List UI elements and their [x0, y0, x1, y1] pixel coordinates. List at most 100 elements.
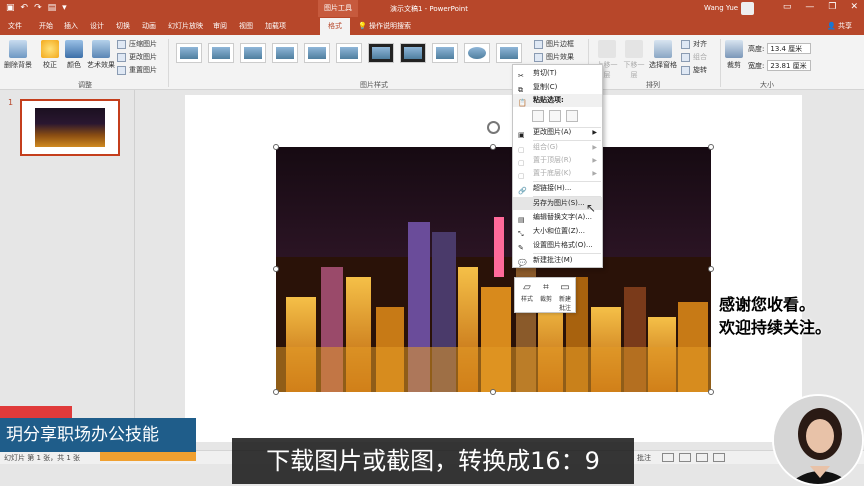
align-button[interactable]: 对齐 — [681, 39, 707, 49]
restore-icon[interactable]: ❐ — [828, 2, 836, 12]
height-field: 高度: 13.4 厘米 — [748, 43, 812, 54]
slideshow-view-icon[interactable] — [713, 453, 725, 462]
minimize-icon[interactable]: — — [805, 2, 814, 12]
menu-item-hyperlink[interactable]: 🔗 超链接(H)... — [513, 182, 602, 195]
user-name[interactable]: Wang Yue — [704, 4, 738, 12]
resize-handle-left[interactable] — [273, 266, 279, 272]
tab-addins[interactable]: 加载项 — [265, 21, 286, 31]
customize-qat-icon[interactable]: ▾ — [62, 3, 67, 13]
ribbon: 删除背景 校正 颜色 艺术效果 压缩图片 更改图片 重置图片 调整 图片边框 图… — [0, 35, 864, 90]
menu-item-format-picture[interactable]: ✎ 设置图片格式(O)... — [513, 239, 602, 252]
city-night-picture[interactable] — [276, 147, 711, 392]
tab-view[interactable]: 视图 — [239, 21, 253, 31]
picture-effects-button[interactable]: 图片效果 — [534, 52, 574, 62]
tab-file[interactable]: 文件 — [8, 21, 22, 31]
send-to-back-icon: ▢ — [518, 172, 525, 180]
tab-format[interactable]: 格式 — [320, 18, 350, 35]
resize-handle-right[interactable] — [708, 266, 714, 272]
slide-thumbnail-image — [35, 108, 105, 147]
menu-item-group[interactable]: ▢ 组合(G) ▶ — [513, 141, 602, 154]
picture-style-5[interactable] — [304, 43, 330, 63]
group-button[interactable]: 组合 — [681, 52, 707, 62]
menu-item-cut[interactable]: ✂ 剪切(T) — [513, 67, 602, 80]
tab-review[interactable]: 审阅 — [213, 21, 227, 31]
picture-style-6[interactable] — [336, 43, 362, 63]
compress-pictures-button[interactable]: 压缩图片 — [117, 39, 157, 49]
rotate-handle[interactable] — [487, 121, 500, 134]
picture-style-10[interactable] — [464, 43, 490, 63]
slide-sorter-view-icon[interactable] — [679, 453, 691, 462]
rotate-button[interactable]: 旋转 — [681, 65, 707, 75]
tab-design[interactable]: 设计 — [90, 21, 104, 31]
change-picture-button[interactable]: 更改图片 — [117, 52, 157, 62]
paste-text-only-icon[interactable] — [566, 110, 578, 122]
redo-icon[interactable]: ↷ — [34, 3, 42, 13]
undo-icon[interactable]: ↶ — [21, 3, 29, 13]
menu-item-change-picture[interactable]: ▣ 更改图片(A) ▶ — [513, 126, 602, 139]
reset-picture-button[interactable]: 重置图片 — [117, 65, 157, 75]
menu-item-bring-to-front[interactable]: ▢ 置于顶层(R) ▶ — [513, 154, 602, 167]
corrections-button[interactable]: 校正 — [38, 40, 62, 70]
resize-handle-top-left[interactable] — [273, 144, 279, 150]
picture-style-7[interactable] — [368, 43, 394, 63]
color-button[interactable]: 颜色 — [62, 40, 86, 70]
comment-icon: ▭ — [560, 282, 570, 293]
picture-style-1[interactable] — [176, 43, 202, 63]
paste-picture-icon[interactable] — [549, 110, 561, 122]
send-backward-icon — [625, 40, 643, 58]
tell-me-search[interactable]: 💡 操作说明搜索 — [358, 21, 411, 31]
menu-item-send-to-back[interactable]: ▢ 置于底层(K) ▶ — [513, 167, 602, 180]
share-button[interactable]: 👤 共享 — [827, 21, 852, 31]
picture-style-9[interactable] — [432, 43, 458, 63]
comments-button[interactable]: 批注 — [637, 453, 651, 463]
crop-button[interactable]: 裁剪 — [724, 40, 744, 70]
color-label: 颜色 — [67, 61, 81, 69]
picture-style-8[interactable] — [400, 43, 426, 63]
bring-to-front-icon: ▢ — [518, 159, 525, 167]
mini-new-comment-button[interactable]: ▭ 新建 批注 — [556, 282, 574, 312]
tab-animations[interactable]: 动画 — [142, 21, 156, 31]
picture-style-2[interactable] — [208, 43, 234, 63]
artistic-effects-button[interactable]: 艺术效果 — [86, 40, 116, 70]
remove-background-button[interactable]: 删除背景 — [4, 40, 32, 70]
picture-style-4[interactable] — [272, 43, 298, 63]
normal-view-icon[interactable] — [662, 453, 674, 462]
resize-handle-bottom[interactable] — [490, 389, 496, 395]
picture-style-3[interactable] — [240, 43, 266, 63]
corrections-icon — [41, 40, 59, 58]
arrange-group-label: 排列 — [646, 81, 660, 89]
selection-pane-button[interactable]: 选择窗格 — [648, 40, 678, 70]
slide-thumbnail[interactable] — [20, 99, 120, 156]
resize-handle-bottom-right[interactable] — [708, 389, 714, 395]
mini-crop-button[interactable]: ⌗ 裁剪 — [537, 282, 555, 303]
menu-item-paste-options: 📋 粘贴选项: — [513, 94, 602, 107]
menu-item-new-comment[interactable]: 💬 新建批注(M) — [513, 254, 602, 267]
picture-border-button[interactable]: 图片边框 — [534, 39, 574, 49]
start-from-beginning-icon[interactable]: ▤ — [48, 3, 57, 13]
tab-transitions[interactable]: 切换 — [116, 21, 130, 31]
brand-banner: 玥分享职场办公技能 — [0, 418, 196, 452]
tab-home[interactable]: 开始 — [39, 21, 53, 31]
height-input[interactable]: 13.4 厘米 — [767, 43, 812, 54]
picture-styles-gallery — [176, 43, 522, 63]
width-input[interactable]: 23.81 厘米 — [767, 60, 812, 71]
remove-background-icon — [9, 40, 27, 58]
slide-thumbnail-pane: 1 — [0, 90, 135, 450]
resize-handle-top-right[interactable] — [708, 144, 714, 150]
tab-slideshow[interactable]: 幻灯片放映 — [168, 21, 203, 31]
tab-insert[interactable]: 插入 — [64, 21, 78, 31]
resize-handle-top[interactable] — [490, 144, 496, 150]
resize-handle-bottom-left[interactable] — [273, 389, 279, 395]
send-backward-button[interactable]: 下移一层 — [621, 40, 647, 80]
mini-style-button[interactable]: ▱ 样式 — [518, 282, 536, 303]
close-icon[interactable]: ✕ — [850, 2, 858, 12]
menu-item-copy[interactable]: ⧉ 复制(C) — [513, 81, 602, 94]
picture-style-11[interactable] — [496, 43, 522, 63]
save-as-picture-icon — [518, 200, 526, 208]
ribbon-display-options-icon[interactable]: ▭ — [783, 2, 792, 12]
paste-keep-format-icon[interactable] — [532, 110, 544, 122]
reading-view-icon[interactable] — [696, 453, 708, 462]
menu-item-size-position[interactable]: ⤡ 大小和位置(Z)... — [513, 225, 602, 238]
user-avatar[interactable] — [741, 2, 754, 15]
save-icon[interactable]: ▣ — [6, 3, 15, 13]
